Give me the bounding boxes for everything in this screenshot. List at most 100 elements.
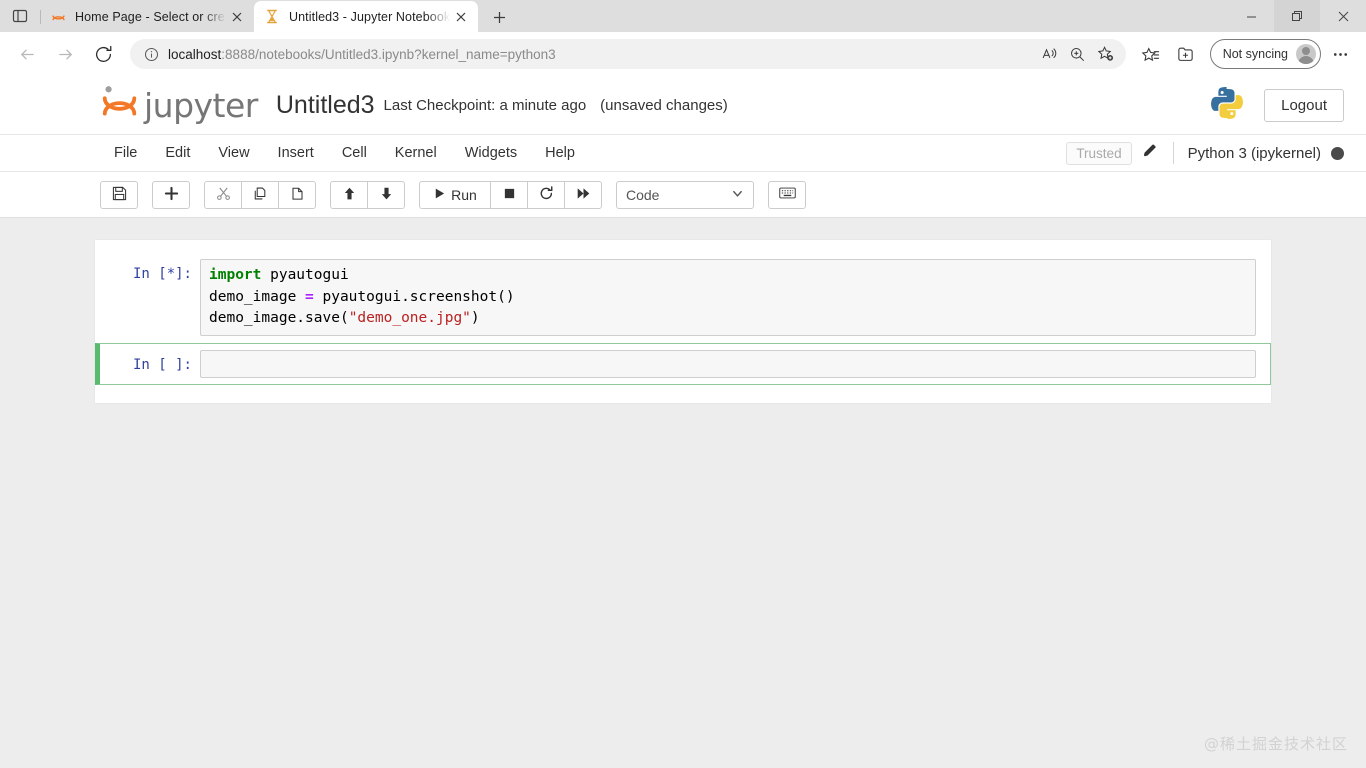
menu-cell[interactable]: Cell — [328, 139, 381, 167]
code-token: ) — [471, 310, 480, 326]
move-cell-up-button[interactable] — [330, 181, 368, 209]
jupyter-wordmark: jupyter — [144, 86, 258, 125]
browser-tab-untitled3[interactable]: Untitled3 - Jupyter Notebook — [254, 1, 478, 32]
save-icon — [112, 186, 127, 204]
profile-button[interactable]: Not syncing — [1210, 39, 1321, 69]
read-aloud-icon[interactable] — [1036, 40, 1064, 68]
menu-insert[interactable]: Insert — [264, 139, 328, 167]
interrupt-kernel-button[interactable] — [490, 181, 528, 209]
logout-button[interactable]: Logout — [1264, 89, 1344, 122]
favorites-icon[interactable] — [1135, 38, 1167, 70]
add-favorite-icon[interactable] — [1092, 40, 1120, 68]
close-icon[interactable] — [1320, 0, 1366, 32]
menu-widgets[interactable]: Widgets — [451, 139, 531, 167]
move-cell-down-button[interactable] — [367, 181, 405, 209]
insert-cell-below-button[interactable] — [152, 181, 190, 209]
url-bar[interactable]: localhost:8888/notebooks/Untitled3.ipynb… — [130, 39, 1126, 69]
run-label: Run — [451, 187, 477, 203]
plus-icon — [164, 186, 179, 204]
url-text: localhost:8888/notebooks/Untitled3.ipynb… — [168, 47, 1036, 62]
toolbar-group-clipboard — [204, 181, 316, 209]
keyboard-icon — [779, 186, 796, 203]
browser-window: Home Page - Select or create a n Untitle… — [0, 0, 1366, 768]
last-checkpoint-label: Last Checkpoint: a minute ago — [384, 97, 587, 114]
info-icon[interactable] — [140, 43, 162, 65]
menu-kernel[interactable]: Kernel — [381, 139, 451, 167]
cell-type-value: Code — [626, 187, 659, 203]
tab-title: Home Page - Select or create a n — [75, 10, 226, 24]
menu-view[interactable]: View — [204, 139, 263, 167]
code-token: import — [209, 267, 261, 283]
chevron-down-icon — [731, 187, 744, 203]
browser-tab-home-page[interactable]: Home Page - Select or create a n — [40, 2, 254, 32]
close-icon[interactable] — [226, 6, 248, 28]
toolbar-group-insert — [152, 181, 190, 209]
play-icon — [433, 187, 446, 203]
paste-icon — [290, 186, 305, 204]
save-button[interactable] — [100, 181, 138, 209]
maximize-icon[interactable] — [1274, 0, 1320, 32]
code-token: pyautogui.screenshot() — [314, 289, 515, 305]
stop-icon — [503, 187, 516, 203]
code-token: demo_image — [209, 289, 305, 305]
toolbar-group-save — [100, 181, 138, 209]
minimize-icon[interactable] — [1228, 0, 1274, 32]
keyboard-shortcuts-button[interactable] — [768, 181, 806, 209]
kernel-busy-indicator — [1331, 147, 1344, 160]
run-button[interactable]: Run — [419, 181, 491, 209]
cell-type-select[interactable]: Code — [616, 181, 754, 209]
avatar — [1296, 44, 1316, 64]
code-token: demo_image.save( — [209, 310, 349, 326]
settings-more-icon[interactable] — [1324, 38, 1356, 70]
code-cell-2[interactable]: In [ ]: — [95, 343, 1271, 385]
menu-edit[interactable]: Edit — [151, 139, 204, 167]
jupyter-menu-bar: File Edit View Insert Cell Kernel Widget… — [0, 134, 1366, 172]
paste-cell-button[interactable] — [278, 181, 316, 209]
cell-editor[interactable] — [200, 350, 1256, 378]
browser-tab-strip: Home Page - Select or create a n Untitle… — [0, 0, 1366, 32]
kernel-indicator-label: Python 3 (ipykernel) — [1188, 145, 1321, 162]
restart-run-all-button[interactable] — [564, 181, 602, 209]
zoom-icon[interactable] — [1064, 40, 1092, 68]
toolbar-group-run: Run — [419, 181, 602, 209]
toolbar-group-move — [330, 181, 405, 209]
cell-editor[interactable]: import pyautogui demo_image = pyautogui.… — [200, 259, 1256, 336]
cut-cell-button[interactable] — [204, 181, 242, 209]
page-viewport: jupyter Untitled3 Last Checkpoint: a min… — [0, 76, 1366, 768]
jupyter-header: jupyter Untitled3 Last Checkpoint: a min… — [0, 76, 1366, 134]
menu-bar-right: Trusted Python 3 (ipykernel) — [1066, 142, 1344, 165]
copy-icon — [253, 186, 268, 204]
cell-prompt: In [*]: — [106, 259, 200, 282]
fast-forward-icon — [576, 186, 591, 204]
tab-title: Untitled3 - Jupyter Notebook — [289, 10, 450, 24]
menu-file[interactable]: File — [100, 139, 151, 167]
browser-address-bar: localhost:8888/notebooks/Untitled3.ipynb… — [0, 32, 1366, 76]
cell-prompt: In [ ]: — [106, 350, 200, 373]
sync-status-label: Not syncing — [1223, 47, 1288, 61]
unsaved-changes-label: (unsaved changes) — [600, 97, 728, 114]
arrow-up-icon — [342, 186, 357, 204]
collections-icon[interactable] — [1170, 38, 1202, 70]
restart-icon — [539, 186, 554, 204]
forward-button[interactable] — [48, 37, 82, 71]
back-button[interactable] — [10, 37, 44, 71]
pencil-icon[interactable] — [1142, 142, 1159, 164]
jupyter-logo[interactable]: jupyter — [100, 84, 258, 126]
notebook-container: In [*]: import pyautogui demo_image = py… — [95, 240, 1271, 403]
copy-cell-button[interactable] — [241, 181, 279, 209]
jupyter-header-right: Logout — [1208, 84, 1344, 127]
notebook-body: In [*]: import pyautogui demo_image = py… — [0, 218, 1366, 768]
reload-button[interactable] — [86, 37, 120, 71]
new-tab-button[interactable] — [482, 2, 516, 32]
code-token: pyautogui — [261, 267, 348, 283]
notebook-name[interactable]: Untitled3 — [276, 91, 375, 120]
tab-actions-menu-button[interactable] — [0, 0, 40, 32]
code-cell-1[interactable]: In [*]: import pyautogui demo_image = py… — [95, 252, 1271, 343]
window-controls — [1228, 0, 1366, 32]
watermark: @稀土掘金技术社区 — [1204, 733, 1348, 754]
restart-kernel-button[interactable] — [527, 181, 565, 209]
jupyter-icon — [50, 9, 66, 25]
close-icon[interactable] — [450, 6, 472, 28]
url-bar-actions — [1036, 40, 1120, 68]
menu-help[interactable]: Help — [531, 139, 589, 167]
